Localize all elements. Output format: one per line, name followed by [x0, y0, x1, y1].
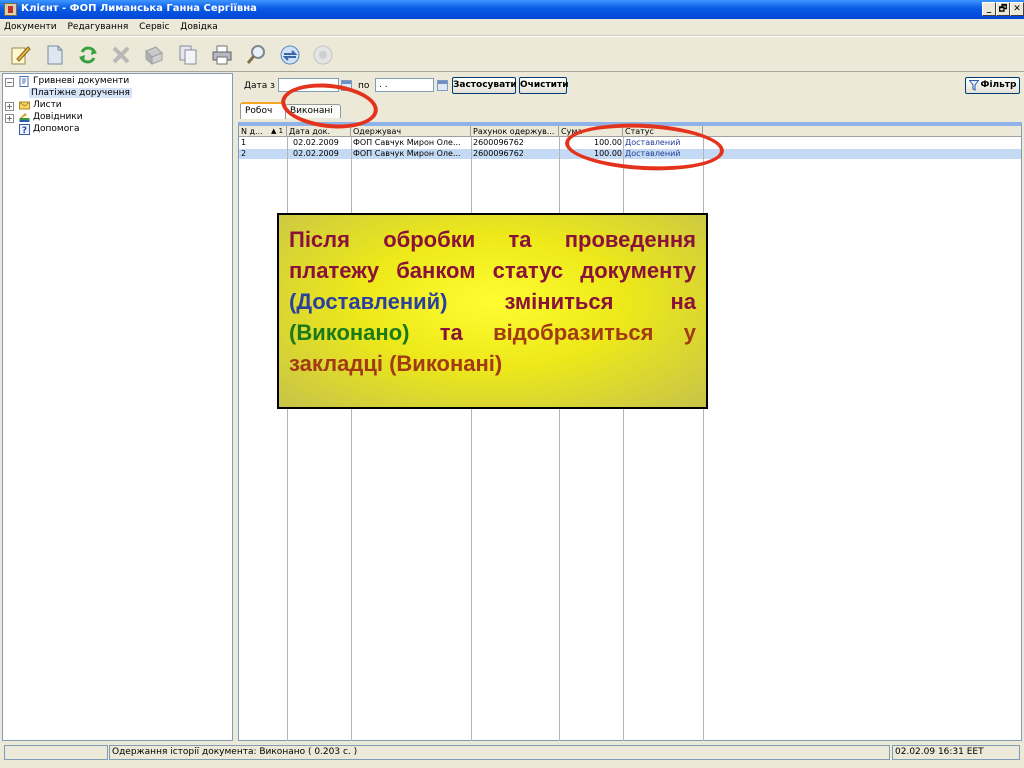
exchange-icon[interactable]: [278, 43, 302, 67]
delete-icon[interactable]: [109, 43, 133, 67]
column-header-number[interactable]: N д... ▲ 1: [239, 126, 287, 137]
tree-item-label: Листи: [33, 100, 62, 110]
refresh-icon[interactable]: [76, 43, 100, 67]
date-to-field[interactable]: . .: [375, 78, 434, 92]
close-button[interactable]: ✕: [1010, 2, 1024, 16]
menu-documents[interactable]: Документи: [0, 19, 61, 32]
cell-number: 1: [241, 138, 247, 147]
cell-date: 02.02.2009: [293, 149, 339, 158]
tree-item-label: Допомога: [33, 124, 80, 134]
callout-status-delivered: (Доставлений): [289, 289, 448, 314]
apply-button[interactable]: Застосувати: [452, 77, 517, 94]
filter-button-label: Фільтр: [980, 80, 1017, 90]
menu-help[interactable]: Довідка: [176, 19, 222, 32]
splitter[interactable]: [233, 73, 237, 741]
tree-item-label: Гривневі документи: [33, 76, 130, 86]
print-icon[interactable]: [210, 43, 234, 67]
callout-text-and: та: [439, 320, 463, 345]
svg-text:?: ?: [22, 126, 27, 135]
restore-button[interactable]: 🗗: [996, 2, 1010, 16]
cell-number: 2: [241, 149, 247, 158]
title-bar: Клієнт - ФОП Лиманська Ганна Сергіївна _…: [0, 0, 1024, 19]
minimize-button[interactable]: _: [982, 2, 996, 16]
tree-item-letters[interactable]: + Листи: [5, 100, 225, 112]
tree-item-label: Довідники: [33, 112, 83, 122]
clear-button[interactable]: Очистити: [519, 77, 569, 94]
status-message: Одержання історії документа: Виконано ( …: [109, 745, 890, 760]
disabled-icon[interactable]: [311, 43, 335, 67]
help-icon: ?: [19, 124, 30, 135]
envelope-icon: [19, 101, 30, 110]
copy-icon[interactable]: [176, 43, 200, 67]
archive-icon[interactable]: [142, 43, 166, 67]
cell-date: 02.02.2009: [293, 138, 339, 147]
cell-recipient: ФОП Савчук Мирон Оле...: [353, 138, 461, 147]
tree-item-help[interactable]: ? Допомога: [5, 124, 225, 136]
calendar-icon[interactable]: [437, 80, 448, 91]
tab-working[interactable]: Робоч: [240, 102, 286, 119]
document-icon: [19, 76, 29, 87]
books-icon: [19, 113, 30, 122]
annotation-callout: Після обробки та проведення платежу банк…: [277, 213, 708, 409]
expand-icon[interactable]: +: [5, 102, 14, 111]
menu-service[interactable]: Сервіс: [135, 19, 173, 32]
new-document-icon[interactable]: [43, 43, 67, 67]
column-header-account[interactable]: Рахунок одержув...: [471, 126, 559, 137]
toolbar: [0, 36, 1024, 72]
sort-ascending-icon: ▲ 1: [271, 127, 284, 135]
app-icon: [4, 3, 17, 16]
edit-icon[interactable]: [8, 43, 32, 67]
tree-item-label: Платіжне доручення: [29, 88, 132, 98]
collapse-icon[interactable]: −: [5, 78, 14, 87]
tree-item-payment-order[interactable]: Платіжне доручення: [5, 88, 225, 100]
tree-item-directories[interactable]: + Довідники: [5, 112, 225, 124]
filter-icon: [969, 80, 979, 91]
tree-item-hryvnia-documents[interactable]: − Гривневі документи: [5, 76, 225, 88]
date-to-label: по: [358, 81, 370, 91]
status-field-empty: [4, 745, 108, 760]
menu-bar: Документи Редагування Сервіс Довідка: [0, 19, 1024, 36]
navigation-tree: − Гривневі документи Платіжне доручення …: [2, 73, 233, 741]
filter-button[interactable]: Фільтр: [965, 77, 1020, 94]
callout-text-intro: Після обробки та проведення платежу банк…: [289, 227, 696, 283]
column-header-recipient[interactable]: Одержувач: [351, 126, 471, 137]
cell-recipient: ФОП Савчук Мирон Оле...: [353, 149, 461, 158]
date-from-label: Дата з: [244, 81, 275, 91]
callout-text-change: зміниться на: [504, 289, 697, 314]
menu-edit[interactable]: Редагування: [63, 19, 132, 32]
cell-account: 2600096762: [473, 138, 524, 147]
window-title: Клієнт - ФОП Лиманська Ганна Сергіївна: [21, 3, 257, 14]
search-icon[interactable]: [244, 43, 268, 67]
status-bar: Одержання історії документа: Виконано ( …: [0, 742, 1024, 768]
callout-status-completed: (Виконано): [289, 320, 410, 345]
expand-icon[interactable]: +: [5, 114, 14, 123]
cell-account: 2600096762: [473, 149, 524, 158]
status-datetime: 02.02.09 16:31 EET: [892, 745, 1020, 760]
